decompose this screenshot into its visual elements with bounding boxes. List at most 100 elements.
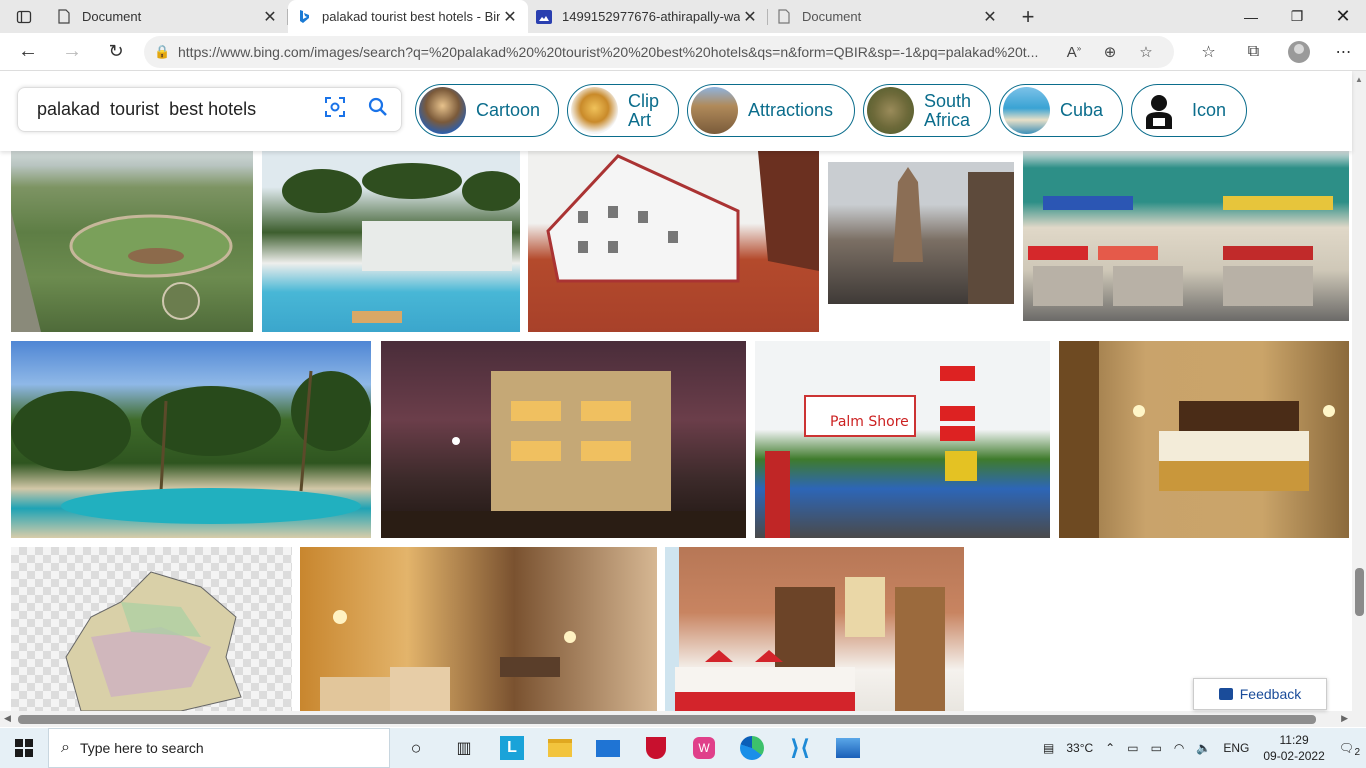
search-box[interactable]: palakad tourist best hotels [17, 87, 402, 132]
feedback-label: Feedback [1239, 686, 1302, 702]
tab-image-viewer[interactable]: 1499152977676-athirapally-wate ✕ [528, 0, 768, 33]
collections-icon: ⧉ [1247, 43, 1260, 60]
tab-close-icon[interactable]: ✕ [740, 7, 760, 27]
tab-close-icon[interactable]: ✕ [980, 7, 1000, 27]
result-image-1[interactable] [11, 151, 253, 332]
news-weather-icon[interactable]: ▤ [1037, 741, 1060, 755]
photos-icon [836, 738, 860, 758]
device-icon[interactable]: ▭ [1121, 741, 1144, 755]
tab-label: Document [802, 9, 862, 24]
weather-temp[interactable]: 33°C [1060, 741, 1099, 755]
chip-label: South Africa [924, 90, 972, 130]
tab-close-icon[interactable]: ✕ [500, 7, 520, 27]
clock[interactable]: 11:29 09-02-2022 [1255, 732, 1332, 764]
profile-button[interactable] [1276, 33, 1321, 71]
read-aloud-icon[interactable]: A» [1056, 44, 1092, 61]
tab-actions-button[interactable] [0, 0, 48, 33]
filter-chip-attractions[interactable]: Attractions [687, 84, 855, 137]
volume-icon[interactable]: 🔈 [1190, 741, 1217, 755]
result-image-5[interactable] [1023, 151, 1349, 321]
scrollbar-thumb[interactable] [18, 715, 1316, 724]
filter-chip-icon[interactable]: Icon [1131, 84, 1247, 137]
bing-images-page: Palm Shore palakad tourist best hotels C… [0, 71, 1366, 711]
icon-thumbnail [1135, 87, 1182, 134]
collections-button[interactable]: ⧉ [1231, 33, 1276, 71]
favorites-button[interactable]: ☆ [1186, 33, 1231, 71]
chevron-up-icon[interactable]: ⌃ [1099, 741, 1121, 755]
folder-icon [548, 739, 572, 757]
window-controls: — ❐ ✕ [1228, 0, 1366, 33]
search-input[interactable]: palakad tourist best hotels [37, 99, 315, 120]
taskbar-app-l[interactable]: L [488, 728, 536, 768]
start-button[interactable] [0, 728, 48, 768]
forward-button[interactable]: → [50, 33, 94, 71]
zoom-icon[interactable]: ⊕ [1092, 43, 1128, 61]
refresh-icon: ↻ [108, 41, 124, 61]
result-image-2[interactable] [262, 151, 520, 332]
search-icon: ⌕ [61, 739, 70, 756]
filter-chip-clip-art[interactable]: Clip Art [567, 84, 679, 137]
result-image-4[interactable] [828, 162, 1014, 304]
scroll-up-icon[interactable]: ▲ [1355, 75, 1363, 84]
result-image-8[interactable]: Palm Shore [755, 341, 1050, 538]
visual-search-icon[interactable] [315, 97, 355, 122]
new-tab-button[interactable]: + [1008, 0, 1048, 33]
taskbar-mail[interactable] [584, 728, 632, 768]
tab-actions-icon [16, 10, 32, 23]
restore-icon: ❐ [1290, 8, 1304, 24]
notification-center-button[interactable]: 🗨 2 [1333, 741, 1366, 758]
result-image-10[interactable] [11, 547, 292, 711]
search-icon[interactable] [355, 97, 401, 123]
vertical-scrollbar[interactable]: ▲ [1352, 71, 1366, 711]
tab-close-icon[interactable]: ✕ [260, 7, 280, 27]
cortana-icon: ○ [410, 737, 422, 758]
chip-label: Icon [1192, 100, 1227, 120]
task-view-button[interactable]: ▥ [440, 728, 488, 768]
wifi-icon[interactable]: ◠ [1168, 741, 1190, 755]
filter-chip-south-africa[interactable]: South Africa [863, 84, 991, 137]
taskbar-vscode[interactable]: ⟩⟨ [776, 728, 824, 768]
learning-app-icon: L [500, 736, 524, 760]
pool-palms-illustration [282, 163, 520, 323]
filter-chip-cuba[interactable]: Cuba [999, 84, 1123, 137]
result-image-7[interactable] [381, 341, 746, 538]
result-image-11[interactable] [300, 547, 657, 711]
taskbar-app-w[interactable]: W [680, 728, 728, 768]
result-image-12[interactable] [665, 547, 964, 711]
wps-app-icon: W [693, 737, 715, 759]
taskbar-search[interactable]: ⌕ Type here to search [48, 728, 390, 768]
mail-icon [596, 739, 620, 757]
clock-time: 11:29 [1279, 733, 1309, 747]
result-image-3[interactable] [528, 151, 819, 332]
taskbar-edge[interactable] [728, 728, 776, 768]
result-image-9[interactable] [1059, 341, 1349, 538]
address-bar[interactable]: 🔒 https://www.bing.com/images/search?q=%… [144, 36, 1174, 68]
horizontal-scrollbar[interactable]: ◀ ▶ [0, 711, 1366, 727]
cortana-button[interactable]: ○ [392, 728, 440, 768]
back-button[interactable]: ← [6, 33, 50, 71]
tab-document-1[interactable]: Document ✕ [48, 0, 288, 33]
bing-icon [296, 9, 312, 25]
taskbar-mcafee[interactable] [632, 728, 680, 768]
add-favorite-icon[interactable]: ☆ [1128, 43, 1164, 61]
settings-menu-button[interactable]: ⋯ [1321, 33, 1366, 71]
scroll-left-icon[interactable]: ◀ [4, 713, 11, 724]
refresh-button[interactable]: ↻ [94, 33, 138, 71]
result-image-6[interactable] [11, 341, 371, 538]
taskbar-photos[interactable] [824, 728, 872, 768]
clip-art-thumbnail [571, 87, 618, 134]
minimize-button[interactable]: — [1228, 0, 1274, 33]
document-icon [56, 9, 72, 25]
feedback-button[interactable]: Feedback [1193, 678, 1327, 710]
taskbar-file-explorer[interactable] [536, 728, 584, 768]
scroll-right-icon[interactable]: ▶ [1341, 713, 1348, 724]
language-indicator[interactable]: ENG [1217, 741, 1255, 755]
scrollbar-thumb[interactable] [1355, 568, 1364, 616]
tab-document-2[interactable]: Document ✕ [768, 0, 1008, 33]
filter-chip-cartoon[interactable]: Cartoon [415, 84, 559, 137]
url-text[interactable]: https://www.bing.com/images/search?q=%20… [178, 44, 1056, 60]
close-window-button[interactable]: ✕ [1320, 0, 1366, 33]
battery-icon[interactable]: ▭ [1145, 741, 1168, 755]
restore-button[interactable]: ❐ [1274, 0, 1320, 33]
tab-bing-search[interactable]: palakad tourist best hotels - Bing ✕ [288, 0, 528, 33]
